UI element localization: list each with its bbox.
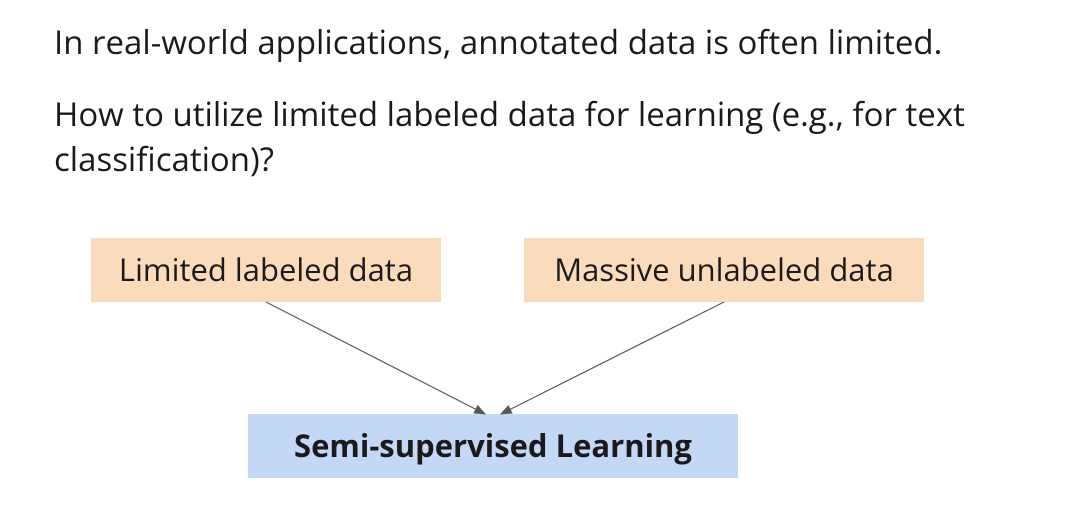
arrow-right-icon xyxy=(501,302,724,414)
box-semi-supervised-learning: Semi-supervised Learning xyxy=(248,414,738,478)
box-unlabeled-label: Massive unlabeled data xyxy=(554,249,894,291)
box-limited-labeled-data: Limited labeled data xyxy=(91,238,441,302)
box-massive-unlabeled-data: Massive unlabeled data xyxy=(524,238,924,302)
intro-line-1: In real-world applications, annotated da… xyxy=(54,20,1040,65)
slide: In real-world applications, annotated da… xyxy=(0,0,1080,513)
box-labeled-label: Limited labeled data xyxy=(119,249,413,291)
intro-line-2: How to utilize limited labeled data for … xyxy=(54,92,1040,181)
box-result-label: Semi-supervised Learning xyxy=(294,425,692,467)
arrow-left-icon xyxy=(266,302,485,414)
